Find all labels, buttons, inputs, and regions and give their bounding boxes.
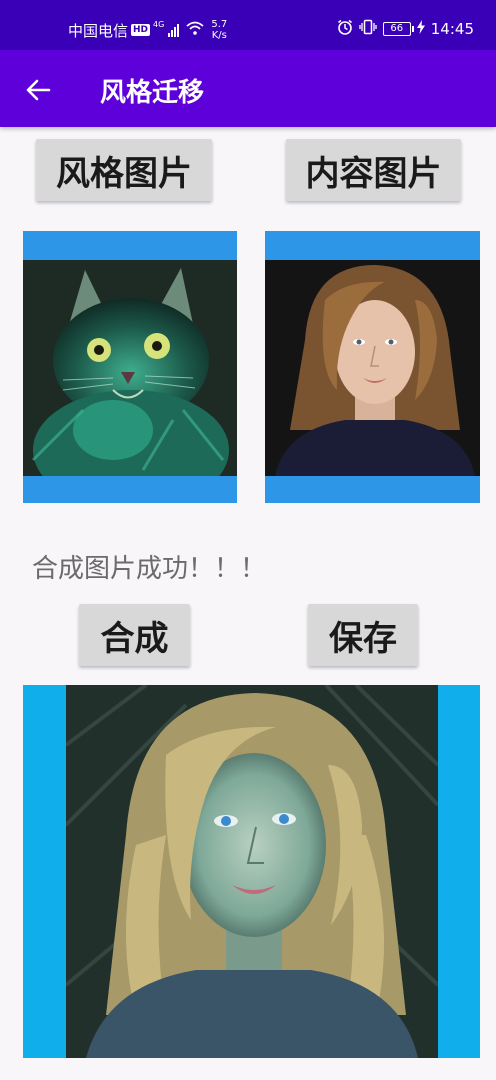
battery-icon: 66 bbox=[382, 22, 414, 36]
save-button[interactable]: 保存 bbox=[308, 604, 418, 666]
signal-icon bbox=[168, 23, 180, 37]
status-left: 中国电信 HD 4G 5.7 K/s bbox=[68, 19, 227, 41]
status-bar: 中国电信 HD 4G 5.7 K/s 66 14:45 bbox=[0, 0, 496, 50]
speed-value: 5.7 bbox=[211, 19, 228, 30]
style-image-button[interactable]: 风格图片 bbox=[36, 139, 212, 201]
carrier-name: 中国电信 bbox=[68, 21, 129, 40]
page-title: 风格迁移 bbox=[100, 78, 205, 108]
speed-unit: K/s bbox=[211, 30, 227, 41]
style-image-frame bbox=[23, 231, 237, 503]
style-image bbox=[23, 260, 237, 476]
synthesize-button[interactable]: 合成 bbox=[79, 604, 190, 666]
vibrate-icon bbox=[359, 19, 377, 39]
content-image bbox=[265, 260, 480, 476]
wifi-icon bbox=[186, 21, 204, 39]
app-bar: 风格迁移 bbox=[0, 50, 496, 127]
network-speed: 5.7 K/s bbox=[211, 19, 227, 41]
result-image-frame bbox=[23, 685, 480, 1058]
charging-icon bbox=[416, 20, 425, 38]
content-image-frame bbox=[265, 231, 480, 503]
hd-badge: HD bbox=[131, 24, 151, 36]
arrow-left-icon bbox=[26, 79, 51, 101]
status-message: 合成图片成功！！！ bbox=[32, 554, 267, 584]
alarm-icon bbox=[337, 19, 353, 39]
result-image bbox=[66, 685, 438, 1058]
network-type: 4G bbox=[153, 19, 165, 29]
clock-time: 14:45 bbox=[430, 20, 474, 38]
back-button[interactable] bbox=[18, 70, 58, 110]
status-right: 66 14:45 bbox=[337, 19, 474, 39]
content-image-button[interactable]: 内容图片 bbox=[286, 139, 461, 201]
